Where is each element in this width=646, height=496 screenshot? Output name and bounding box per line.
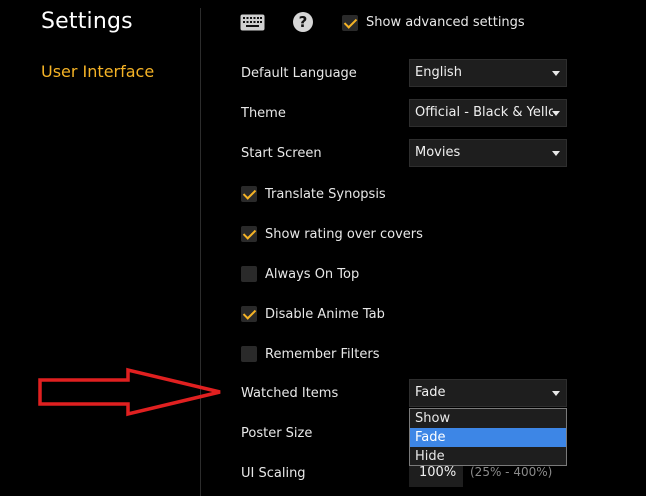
start-screen-label: Start Screen xyxy=(241,146,322,161)
keyboard-icon[interactable] xyxy=(240,14,265,31)
watched-items-label: Watched Items xyxy=(241,386,339,401)
start-screen-select[interactable]: Movies xyxy=(409,139,567,167)
show-advanced-checkbox[interactable] xyxy=(342,15,358,31)
ui-scaling-range-hint: (25% - 400%) xyxy=(470,465,553,479)
default-language-label: Default Language xyxy=(241,66,357,81)
dropdown-option-fade[interactable]: Fade xyxy=(410,428,566,447)
red-arrow-icon xyxy=(38,367,221,417)
disable-anime-tab-checkbox[interactable] xyxy=(241,306,257,322)
help-icon[interactable]: ? xyxy=(293,12,313,32)
ui-scaling-label: UI Scaling xyxy=(241,466,306,481)
always-on-top-label: Always On Top xyxy=(265,267,360,282)
chevron-down-icon xyxy=(552,391,560,396)
watched-items-select[interactable]: Fade xyxy=(409,379,567,407)
theme-value: Official - Black & Yellow xyxy=(415,105,553,120)
translate-synopsis-checkbox[interactable] xyxy=(241,186,257,202)
chevron-down-icon xyxy=(552,151,560,156)
watched-items-dropdown-list: Show Fade Hide xyxy=(409,408,567,466)
translate-synopsis-label: Translate Synopsis xyxy=(265,187,386,202)
start-screen-value: Movies xyxy=(415,145,461,160)
sidebar-divider xyxy=(200,8,201,496)
chevron-down-icon xyxy=(552,111,560,116)
default-language-value: English xyxy=(415,65,462,80)
watched-items-value: Fade xyxy=(415,385,446,400)
dropdown-option-show[interactable]: Show xyxy=(410,409,566,428)
chevron-down-icon xyxy=(552,71,560,76)
sidebar-item-user-interface[interactable]: User Interface xyxy=(41,62,154,81)
theme-select[interactable]: Official - Black & Yellow xyxy=(409,99,567,127)
theme-label: Theme xyxy=(241,106,286,121)
remember-filters-checkbox[interactable] xyxy=(241,346,257,362)
poster-size-label: Poster Size xyxy=(241,426,313,441)
show-rating-label: Show rating over covers xyxy=(265,227,423,242)
disable-anime-tab-label: Disable Anime Tab xyxy=(265,307,385,322)
page-title: Settings xyxy=(41,9,133,34)
default-language-select[interactable]: English xyxy=(409,59,567,87)
show-advanced-label: Show advanced settings xyxy=(366,15,525,30)
show-rating-checkbox[interactable] xyxy=(241,226,257,242)
remember-filters-label: Remember Filters xyxy=(265,347,380,362)
always-on-top-checkbox[interactable] xyxy=(241,266,257,282)
dropdown-option-hide[interactable]: Hide xyxy=(410,447,566,466)
